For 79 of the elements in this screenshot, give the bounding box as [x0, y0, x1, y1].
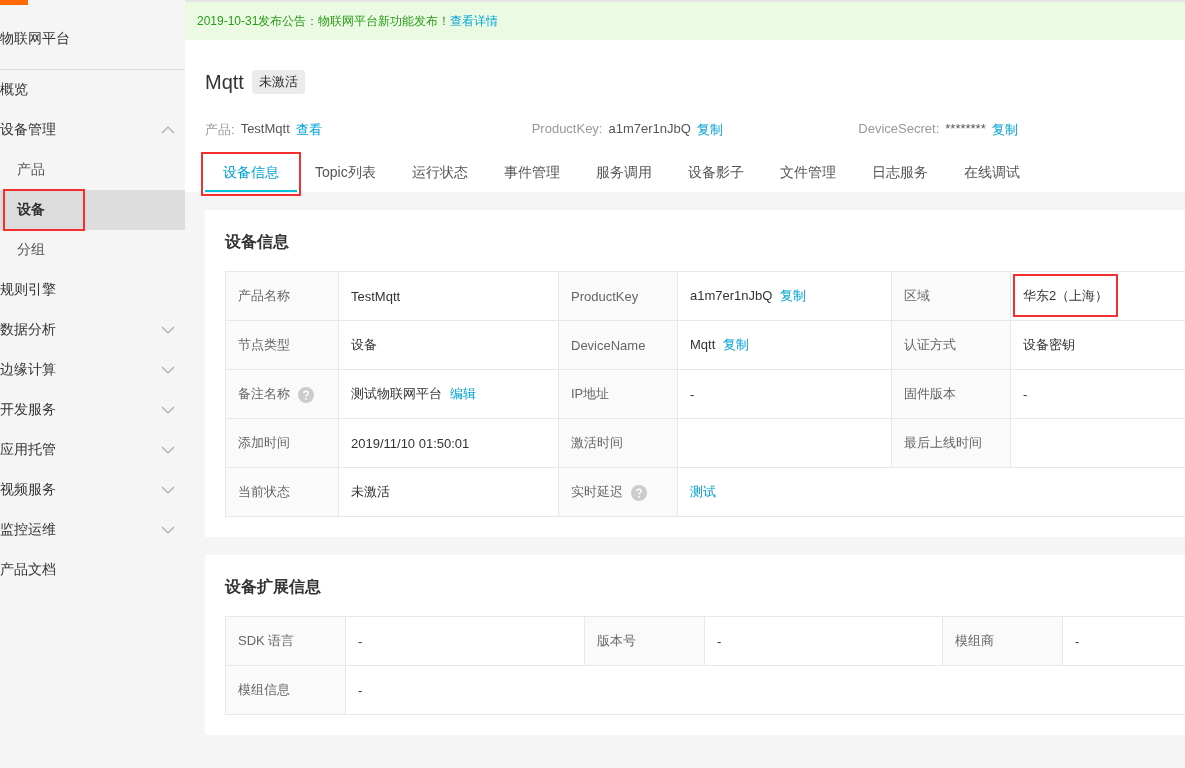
- field-label: SDK 语言: [238, 633, 295, 648]
- field-value: 设备: [351, 337, 377, 352]
- sidebar-label: 应用托管: [0, 441, 56, 459]
- field-value: -: [717, 633, 722, 649]
- tab[interactable]: 运行状态: [393, 156, 486, 192]
- field-value: 测试物联网平台: [351, 386, 442, 401]
- sidebar-item[interactable]: 规则引擎: [0, 270, 185, 310]
- sidebar-item[interactable]: 监控运维: [0, 510, 185, 550]
- field-label: 节点类型: [238, 337, 290, 352]
- field-value: 华东2（上海）: [1015, 276, 1117, 315]
- field-value: -: [1023, 386, 1028, 402]
- field-label: 固件版本: [904, 386, 956, 401]
- tab[interactable]: 服务调用: [577, 156, 670, 192]
- field-label: 最后上线时间: [904, 435, 982, 450]
- sidebar-label: 开发服务: [0, 401, 56, 419]
- meta-value: ********: [945, 121, 986, 138]
- sidebar-label: 分组: [17, 241, 45, 259]
- meta-value: TestMqtt: [240, 121, 290, 138]
- field-label: 模组商: [955, 633, 994, 648]
- sidebar-item[interactable]: 产品文档: [0, 550, 185, 590]
- notice-text: 2019-10-31发布公告：物联网平台新功能发布！: [197, 12, 451, 30]
- field-value: -: [358, 633, 363, 649]
- field-value: 2019/11/10 01:50:01: [351, 435, 470, 451]
- field-label: 区域: [904, 288, 930, 303]
- sidebar-label: 数据分析: [0, 321, 56, 339]
- sidebar-label: 概览: [0, 81, 28, 99]
- sidebar-subitem[interactable]: 分组: [0, 230, 185, 270]
- sidebar-item[interactable]: 开发服务: [0, 390, 185, 430]
- tab[interactable]: 事件管理: [485, 156, 578, 192]
- tab[interactable]: 日志服务: [853, 156, 946, 192]
- meta-label: DeviceSecret:: [858, 121, 940, 138]
- field-label: IP地址: [571, 386, 610, 401]
- sidebar-label: 边缘计算: [0, 361, 56, 379]
- field-value: -: [690, 386, 695, 402]
- field-label: DeviceName: [571, 337, 646, 353]
- sidebar-item[interactable]: 数据分析: [0, 310, 185, 350]
- sidebar-subitem[interactable]: 设备: [0, 190, 185, 230]
- sidebar-label: 规则引擎: [0, 281, 56, 299]
- tab[interactable]: 在线调试: [945, 156, 1038, 192]
- tab[interactable]: 文件管理: [761, 156, 854, 192]
- field-label: 实时延迟: [571, 484, 623, 499]
- sidebar-item[interactable]: 设备管理: [0, 110, 185, 150]
- sidebar-label: 监控运维: [0, 521, 56, 539]
- sidebar-subitem[interactable]: 产品: [0, 150, 185, 190]
- meta-value: a1m7er1nJbQ: [608, 121, 691, 138]
- sidebar-item[interactable]: 应用托管: [0, 430, 185, 470]
- card-title: 设备扩展信息: [225, 577, 322, 597]
- field-label: 添加时间: [238, 435, 290, 450]
- field-label: 认证方式: [904, 337, 956, 352]
- field-label: 版本号: [597, 633, 636, 648]
- sidebar-label: 产品文档: [0, 561, 56, 579]
- meta-label: ProductKey:: [531, 121, 603, 138]
- field-value: a1m7er1nJbQ: [690, 288, 773, 303]
- status-badge: 未激活: [251, 70, 305, 94]
- field-value: TestMqtt: [351, 288, 401, 304]
- sidebar-label: 设备: [5, 191, 83, 229]
- field-label: 当前状态: [238, 484, 290, 499]
- tab[interactable]: 设备影子: [669, 156, 762, 192]
- field-value: -: [358, 682, 363, 698]
- field-label: 备注名称: [238, 386, 290, 401]
- sidebar-label: 产品: [17, 161, 45, 179]
- logo-strip: [0, 0, 28, 5]
- field-label: 激活时间: [571, 435, 623, 450]
- tab[interactable]: Topic列表: [297, 156, 394, 192]
- meta-label: 产品:: [205, 121, 235, 139]
- device-name: Mqtt: [205, 70, 244, 94]
- sidebar-item[interactable]: 边缘计算: [0, 350, 185, 390]
- sidebar-item[interactable]: 视频服务: [0, 470, 185, 510]
- sidebar-label: 视频服务: [0, 481, 56, 499]
- field-label: 产品名称: [238, 288, 290, 303]
- field-value: 设备密钥: [1023, 337, 1075, 352]
- field-value: Mqtt: [690, 337, 716, 352]
- field-label: 模组信息: [238, 682, 290, 697]
- card-title: 设备信息: [225, 232, 290, 252]
- field-value: 未激活: [351, 484, 390, 499]
- field-label: ProductKey: [571, 288, 639, 304]
- field-value: -: [1075, 633, 1080, 649]
- sidebar-label: 设备管理: [0, 121, 56, 139]
- sidebar-item[interactable]: 概览: [0, 70, 185, 110]
